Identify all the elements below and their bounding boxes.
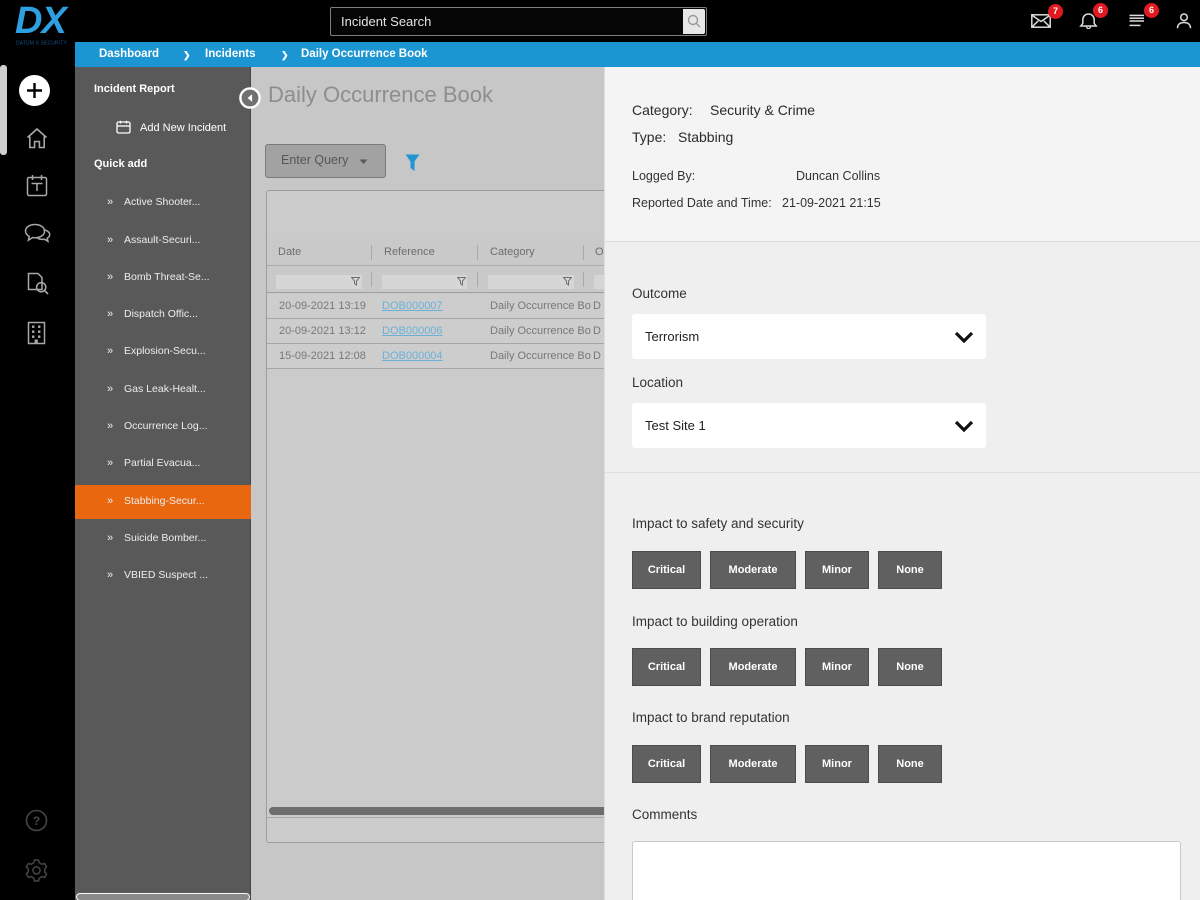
svg-text:?: ? — [33, 814, 40, 828]
